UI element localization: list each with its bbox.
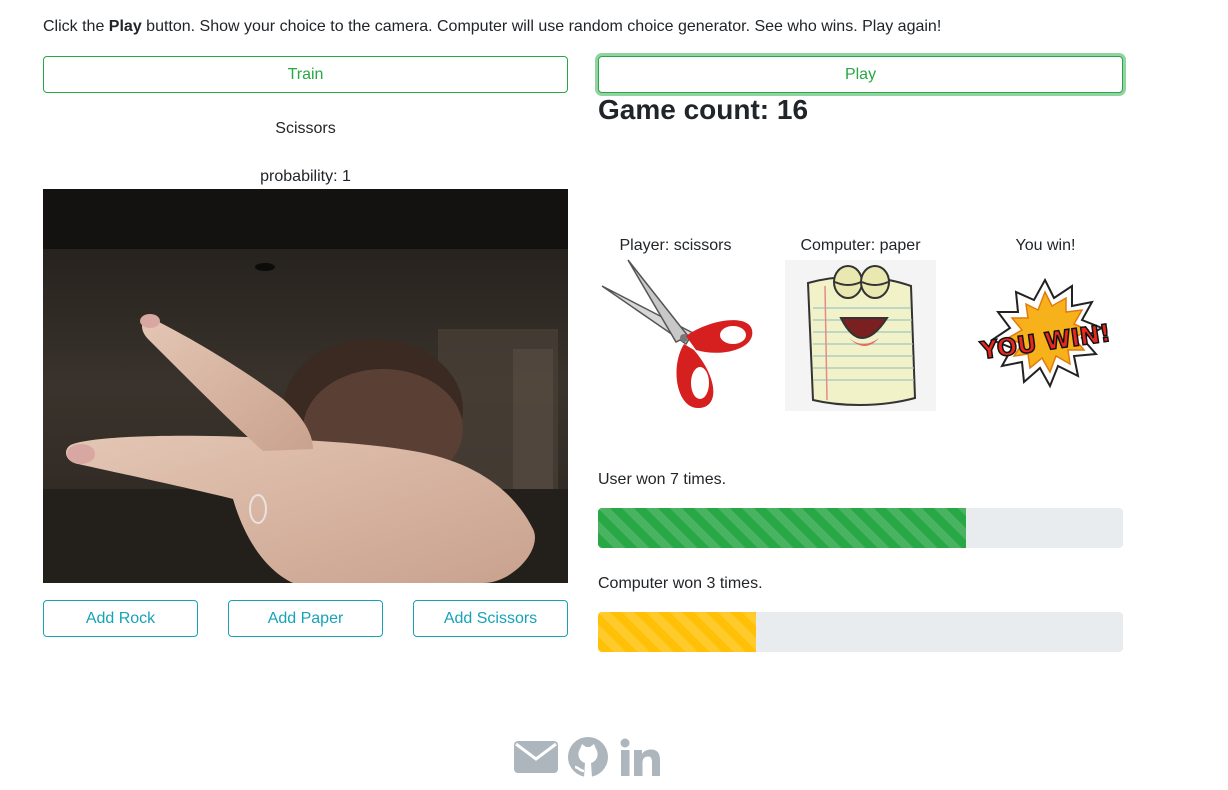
instructions-suffix: button. Show your choice to the camera. … [141, 18, 942, 35]
add-rock-button[interactable]: Add Rock [43, 600, 198, 637]
instructions-bold-play: Play [108, 18, 142, 35]
add-paper-button[interactable]: Add Paper [228, 600, 383, 637]
player-choice-label: Player: scissors [619, 237, 732, 254]
game-count-label: Game count: [598, 94, 777, 125]
user-wins-progress [598, 508, 1123, 548]
github-icon[interactable] [564, 735, 612, 779]
mail-icon[interactable] [512, 735, 560, 779]
user-wins-bar [598, 508, 966, 548]
computer-wins-progress [598, 612, 1123, 652]
computer-choice-label: Computer: paper [800, 237, 921, 254]
computer-wins-bar [598, 612, 756, 652]
game-count: Game count: 16 [598, 93, 808, 127]
scissors-icon [598, 258, 753, 413]
add-scissors-button[interactable]: Add Scissors [413, 600, 568, 637]
prediction-label: Scissors [275, 120, 336, 137]
prediction-probability: probability: 1 [260, 168, 351, 185]
linkedin-icon[interactable] [616, 735, 664, 779]
paper-cartoon-icon [783, 258, 938, 413]
webcam-video [43, 189, 568, 583]
instructions-text: Click the Play button. Show your choice … [43, 17, 941, 37]
play-button[interactable]: Play [598, 56, 1123, 93]
computer-wins-label: Computer won 3 times. [598, 575, 763, 592]
train-button[interactable]: Train [43, 56, 568, 93]
user-wins-label: User won 7 times. [598, 471, 727, 488]
you-win-burst-icon: YOU WIN! [968, 258, 1123, 413]
game-count-value: 16 [776, 94, 809, 125]
result-label: You win! [1015, 237, 1076, 254]
footer-social-links [512, 735, 664, 779]
instructions-prefix: Click the [43, 18, 109, 35]
